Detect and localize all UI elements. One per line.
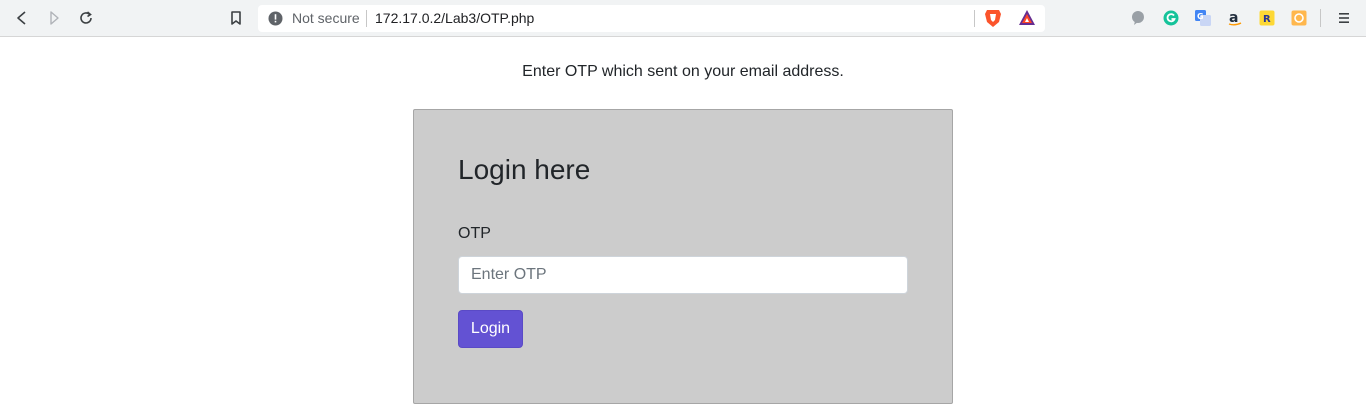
url-separator: [366, 10, 367, 27]
svg-text:R: R: [1263, 14, 1271, 25]
extension-orange-icon[interactable]: [1290, 9, 1308, 27]
grammarly-icon[interactable]: [1162, 9, 1180, 27]
toolbar-separator: [1320, 9, 1321, 27]
address-bar[interactable]: Not secure 172.17.0.2/Lab3/OTP.php: [258, 5, 1045, 32]
brave-shields-icon[interactable]: [984, 9, 1002, 27]
amazon-icon[interactable]: a: [1226, 9, 1244, 27]
forward-icon[interactable]: [42, 6, 66, 30]
back-icon[interactable]: [10, 6, 34, 30]
login-button[interactable]: Login: [458, 310, 523, 348]
url-text[interactable]: 172.17.0.2/Lab3/OTP.php: [375, 10, 534, 26]
url-separator-right: [974, 10, 975, 27]
security-label: Not secure: [292, 10, 360, 26]
google-translate-icon[interactable]: G: [1194, 9, 1212, 27]
browser-toolbar: Not secure 172.17.0.2/Lab3/OTP.php G a R: [0, 0, 1366, 37]
otp-label: OTP: [458, 225, 491, 242]
menu-icon[interactable]: [1335, 9, 1353, 27]
login-card: Login here OTP Login: [413, 109, 953, 404]
brave-rewards-icon[interactable]: [1018, 9, 1036, 27]
extension-r-icon[interactable]: R: [1258, 9, 1276, 27]
card-title: Login here: [458, 154, 591, 185]
svg-text:a: a: [1229, 10, 1238, 26]
info-icon[interactable]: [268, 11, 283, 26]
extension-icon[interactable]: [1129, 9, 1147, 27]
bookmark-icon[interactable]: [224, 6, 248, 30]
otp-input[interactable]: [458, 256, 908, 294]
reload-icon[interactable]: [74, 6, 98, 30]
otp-instruction: Enter OTP which sent on your email addre…: [522, 63, 844, 80]
svg-text:G: G: [1197, 12, 1204, 21]
